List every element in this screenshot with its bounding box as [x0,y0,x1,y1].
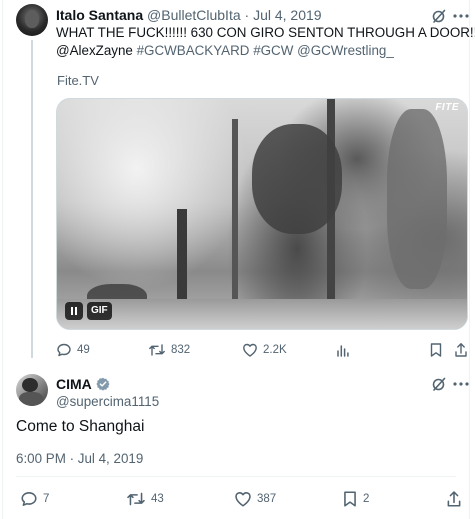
display-name[interactable]: CIMA [56,376,92,392]
like-count: 387 [257,493,277,505]
gif-badge: GIF [87,302,112,320]
bookmark-icon [344,491,356,507]
bookmark-button[interactable]: 2 [342,490,369,508]
tweet-header: Italo Santana @BulletClubIta · Jul 4, 20… [56,6,322,24]
separator: · [244,7,250,23]
avatar[interactable] [16,4,48,36]
fite-watermark: FITE [435,102,459,113]
handle[interactable]: @BulletClubIta [147,7,241,23]
bookmark-button[interactable] [429,342,443,358]
tweet-text: WHAT THE FUCK!!!!!! 630 CON GIRO SENTON … [56,24,475,60]
gif-controls: GIF [65,301,112,321]
tweet-text-line: WHAT THE FUCK!!!!!! 630 CON GIRO SENTON … [56,25,475,40]
repost-icon [149,344,165,356]
like-icon [243,343,257,357]
repost-button[interactable]: 832 [148,342,190,358]
like-count: 2.2K [263,344,287,356]
more-icon[interactable] [452,8,470,24]
gif-media[interactable]: FITE GIF [56,98,468,330]
tweet-text: Come to Shanghai [16,418,145,435]
repost-button[interactable]: 43 [126,490,164,508]
grok-icon[interactable] [431,8,447,24]
reply-button[interactable]: 7 [20,490,49,508]
tweet-date[interactable]: Jul 4, 2019 [253,7,322,23]
grok-icon[interactable] [431,376,447,392]
like-button[interactable]: 387 [234,490,276,508]
share-icon [447,491,461,507]
hashtag-link[interactable]: #GCW [253,43,293,58]
bookmark-count: 2 [363,493,370,505]
reply-count: 7 [43,493,50,505]
bookmark-icon [430,343,442,357]
thread-connector-line [31,40,33,358]
handle[interactable]: @supercima1115 [56,394,159,409]
media-foliage [387,109,447,289]
like-button[interactable]: 2.2K [242,342,287,358]
media-ground [57,299,467,329]
author-name-row: CIMA [56,376,110,392]
reply-icon [57,343,71,357]
source-label[interactable]: Fite.TV [57,73,99,88]
views-icon [337,345,349,357]
media-wrestler [252,124,342,234]
share-icon [455,343,467,357]
reply-icon [21,492,37,506]
hashtag-link[interactable]: #GCWBACKYARD [137,43,250,58]
reply-button[interactable]: 49 [56,342,90,358]
mention-link[interactable]: @AlexZayne [56,43,133,58]
reply-count: 49 [77,344,90,356]
more-icon[interactable] [452,376,470,392]
repost-count: 832 [171,344,191,356]
verified-icon[interactable] [96,377,110,391]
divider [16,476,456,477]
tweet-timestamp[interactable]: 6:00 PM · Jul 4, 2019 [16,451,143,466]
mention-link[interactable]: @GCWrestling_ [297,43,394,58]
avatar[interactable] [16,374,48,406]
views-button[interactable] [336,342,350,358]
pause-icon[interactable] [65,302,83,320]
like-icon [235,492,251,507]
display-name[interactable]: Italo Santana [56,7,143,23]
repost-count: 43 [151,493,164,505]
repost-icon [127,492,145,506]
share-button[interactable] [446,490,462,508]
media-tree [232,119,238,309]
share-button[interactable] [454,342,468,358]
